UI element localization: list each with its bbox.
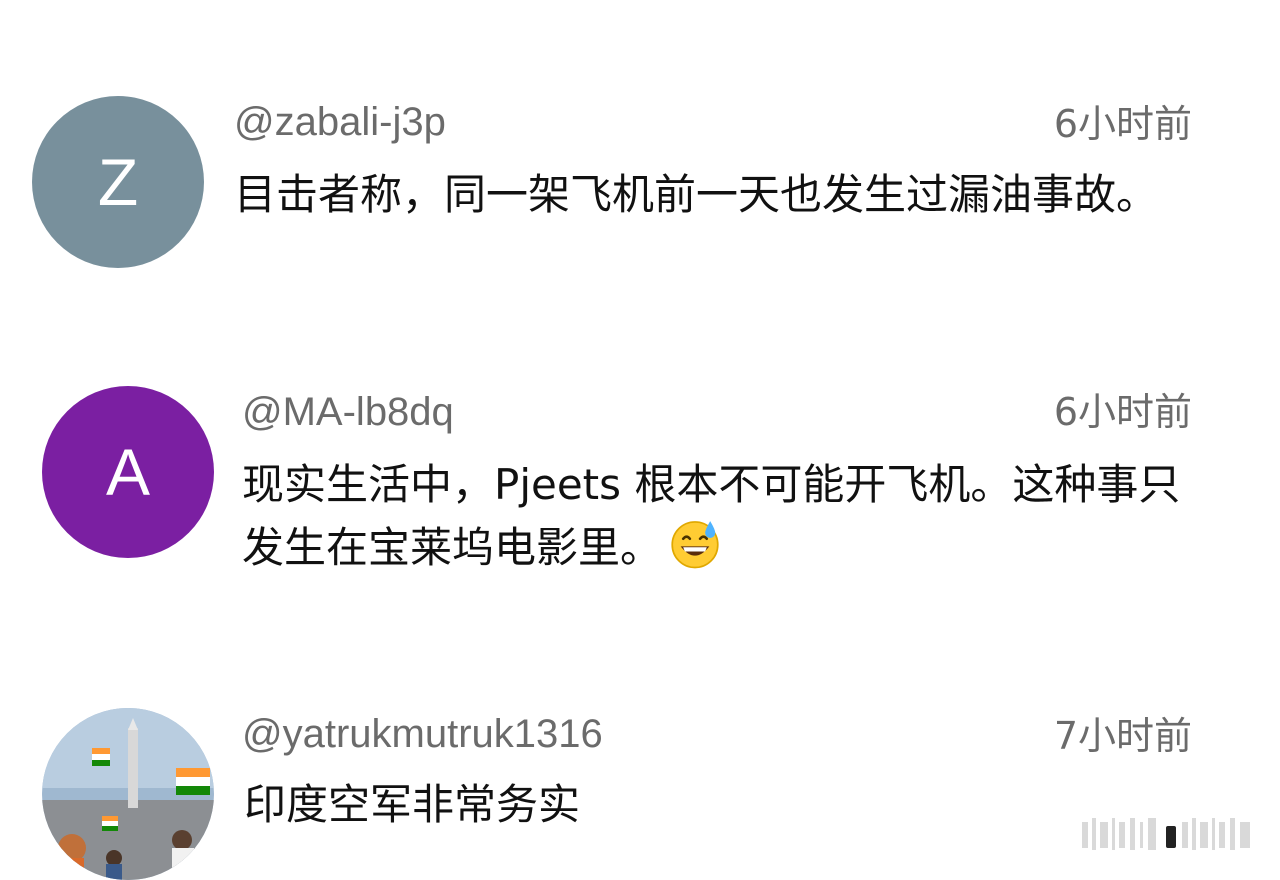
watermark-logo: [1082, 818, 1250, 850]
avatar-letter: A: [105, 435, 151, 509]
comment-timestamp: 6小时前: [1053, 102, 1192, 146]
comment-text: 现实生活中，Pjeets 根本不可能开飞机。这种事只发生在宝莱坞电影里。: [242, 454, 1202, 579]
avatar[interactable]: A: [42, 386, 214, 558]
comment-text: 目击者称，同一架飞机前一天也发生过漏油事故。: [234, 170, 1159, 219]
comment-text: 印度空军非常务实: [244, 780, 581, 829]
avatar[interactable]: [42, 708, 214, 880]
grinning-face-with-sweat-icon: [671, 521, 719, 569]
avatar-photo: [42, 708, 214, 880]
comment-author-handle[interactable]: @yatrukmutruk1316: [242, 710, 603, 758]
comment-author-handle[interactable]: @zabali-j3p: [234, 98, 446, 146]
comment-author-handle[interactable]: @MA-lb8dq: [242, 388, 454, 436]
comment-timestamp: 6小时前: [1053, 390, 1192, 434]
avatar[interactable]: Z: [32, 96, 204, 268]
comment-timestamp: 7小时前: [1053, 714, 1192, 758]
avatar-letter: Z: [97, 145, 139, 219]
